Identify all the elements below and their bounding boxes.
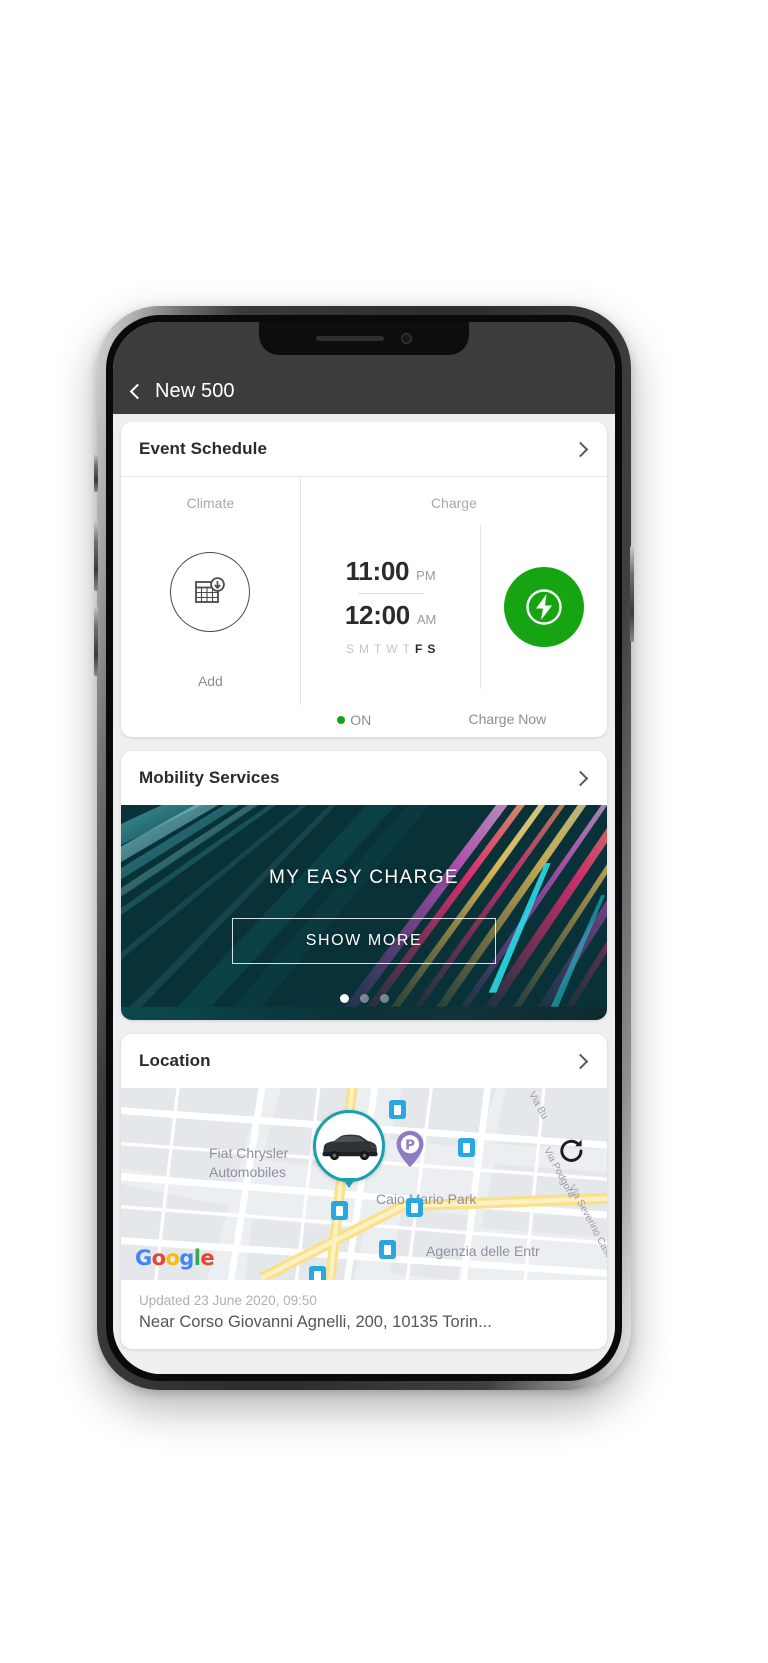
charge-now-button[interactable] (504, 567, 585, 647)
banner-headline: MY EASY CHARGE (269, 867, 459, 888)
climate-column: Climate Add (121, 477, 301, 705)
location-header[interactable]: Location (121, 1034, 607, 1088)
earpiece-speaker-icon (316, 336, 384, 341)
show-more-button[interactable]: SHOW MORE (232, 918, 496, 964)
charge-start-time-row: 11:00 PM (346, 556, 436, 587)
charge-day-3[interactable]: W (386, 642, 397, 656)
event-schedule-footer: ON Charge Now (121, 703, 607, 737)
page-title: New 500 (155, 380, 235, 402)
mobility-services-card: Mobility Services MY EASY CHARGE SHOW MO… (121, 751, 607, 1020)
charge-column: Charge 11:00 PM 12:00 AM S M T W T F S (301, 477, 607, 705)
charge-end-time-row: 12:00 AM (345, 600, 437, 631)
refresh-icon[interactable] (557, 1136, 587, 1166)
charge-status[interactable]: ON (301, 712, 408, 728)
parking-pin-icon[interactable]: P (391, 1130, 429, 1168)
climate-add-button[interactable] (170, 552, 251, 632)
event-schedule-title: Event Schedule (139, 439, 267, 458)
back-button[interactable]: New 500 (129, 380, 235, 403)
charging-station-icon-5[interactable] (309, 1266, 326, 1280)
location-updated-text: Updated 23 June 2020, 09:50 (139, 1293, 317, 1308)
event-schedule-body: Climate Add Charge 11:00 PM 12:00 AM S M… (121, 477, 607, 705)
charge-row: 11:00 PM 12:00 AM SMTWTFS (301, 525, 607, 689)
location-address-text: Near Corso Giovanni Agnelli, 200, 10135 … (139, 1313, 492, 1331)
car-icon (322, 1134, 378, 1161)
google-logo-letter: l (193, 1246, 201, 1270)
chevron-right-icon[interactable] (572, 1053, 589, 1069)
calendar-add-icon (195, 577, 226, 603)
charge-start-time: 11:00 (345, 556, 410, 586)
charge-day-4[interactable]: T (403, 642, 410, 656)
location-footer: Updated 23 June 2020, 09:50 Near Corso G… (121, 1280, 607, 1349)
mobility-services-header[interactable]: Mobility Services (121, 751, 607, 805)
phone-device: New 500 Event Schedule Climate Add Charg… (94, 306, 634, 1390)
phone-notch (259, 322, 469, 355)
charge-day-6[interactable]: S (427, 642, 435, 656)
google-logo-letter: o (165, 1246, 180, 1270)
event-schedule-card: Event Schedule Climate Add Charge 11:00 … (121, 422, 607, 737)
charge-days-row: SMTWTFS (346, 642, 435, 656)
location-card: Location Fiat Chrysler Automobiles Caio … (121, 1034, 607, 1349)
charge-times[interactable]: 11:00 PM 12:00 AM SMTWTFS (301, 525, 482, 689)
mobility-services-title: Mobility Services (139, 768, 280, 787)
climate-add-label: Add (197, 673, 223, 689)
map-label-2: Caio Mario Park (376, 1191, 477, 1207)
promo-banner[interactable]: MY EASY CHARGE SHOW MORE (121, 805, 607, 1020)
map-label-0: Fiat Chrysler (209, 1145, 289, 1161)
map-label-1: Automobiles (209, 1164, 287, 1180)
mute-switch-button[interactable] (94, 454, 98, 492)
carousel-dot-1[interactable] (359, 994, 369, 1003)
charge-day-2[interactable]: T (374, 642, 381, 656)
charging-station-icon-2[interactable] (331, 1201, 348, 1220)
chevron-left-icon (129, 383, 146, 399)
carousel-dot-0[interactable] (339, 994, 349, 1003)
vehicle-marker[interactable] (313, 1110, 385, 1182)
climate-label: Climate (186, 495, 235, 511)
svg-text:P: P (405, 1138, 415, 1153)
screenshot-canvas: New 500 Event Schedule Climate Add Charg… (0, 0, 768, 1663)
power-button[interactable] (630, 546, 634, 642)
google-logo-letter: e (200, 1246, 214, 1270)
status-dot-icon (337, 716, 346, 724)
google-logo: Google (135, 1246, 215, 1270)
charging-station-icon-1[interactable] (458, 1138, 475, 1157)
event-schedule-header[interactable]: Event Schedule (121, 422, 607, 476)
map-label-3: Agenzia delle Entr (426, 1243, 540, 1259)
charge-label: Charge (430, 495, 477, 511)
volume-down-button[interactable] (94, 606, 98, 676)
google-logo-letter: g (179, 1246, 194, 1270)
time-separator (357, 593, 424, 594)
phone-bezel: New 500 Event Schedule Climate Add Charg… (106, 315, 622, 1381)
charge-now-label: Charge Now (468, 711, 547, 727)
phone-screen: New 500 Event Schedule Climate Add Charg… (113, 322, 615, 1374)
charge-end-time: 12:00 (344, 600, 410, 630)
front-camera-icon (401, 333, 412, 344)
volume-up-button[interactable] (94, 521, 98, 591)
charge-bolt-icon (526, 589, 562, 625)
charge-status-label: ON (350, 712, 372, 728)
charging-station-icon-3[interactable] (406, 1198, 423, 1217)
charge-start-meridiem: PM (416, 568, 436, 583)
chevron-right-icon[interactable] (572, 441, 589, 457)
charge-day-1[interactable]: M (359, 642, 369, 656)
google-logo-letter: G (135, 1246, 152, 1270)
carousel-indicator (121, 994, 607, 1003)
charge-day-5[interactable]: F (415, 642, 422, 656)
location-title: Location (139, 1051, 211, 1070)
carousel-dot-2[interactable] (379, 994, 389, 1003)
charge-end-meridiem: AM (416, 612, 437, 627)
google-logo-letter: o (151, 1246, 166, 1270)
charge-now-label-wrap: Charge Now (408, 711, 607, 729)
scroll-content[interactable]: Event Schedule Climate Add Charge 11:00 … (113, 414, 615, 1374)
charging-station-icon-4[interactable] (379, 1240, 396, 1259)
charge-day-0[interactable]: S (346, 642, 354, 656)
charge-action-column (481, 525, 607, 689)
chevron-right-icon[interactable] (572, 770, 589, 786)
location-map[interactable]: Fiat Chrysler Automobiles Caio Mario Park A… (121, 1088, 607, 1280)
light-streaks-graphic (121, 805, 607, 1007)
charging-station-icon-0[interactable] (389, 1100, 406, 1119)
